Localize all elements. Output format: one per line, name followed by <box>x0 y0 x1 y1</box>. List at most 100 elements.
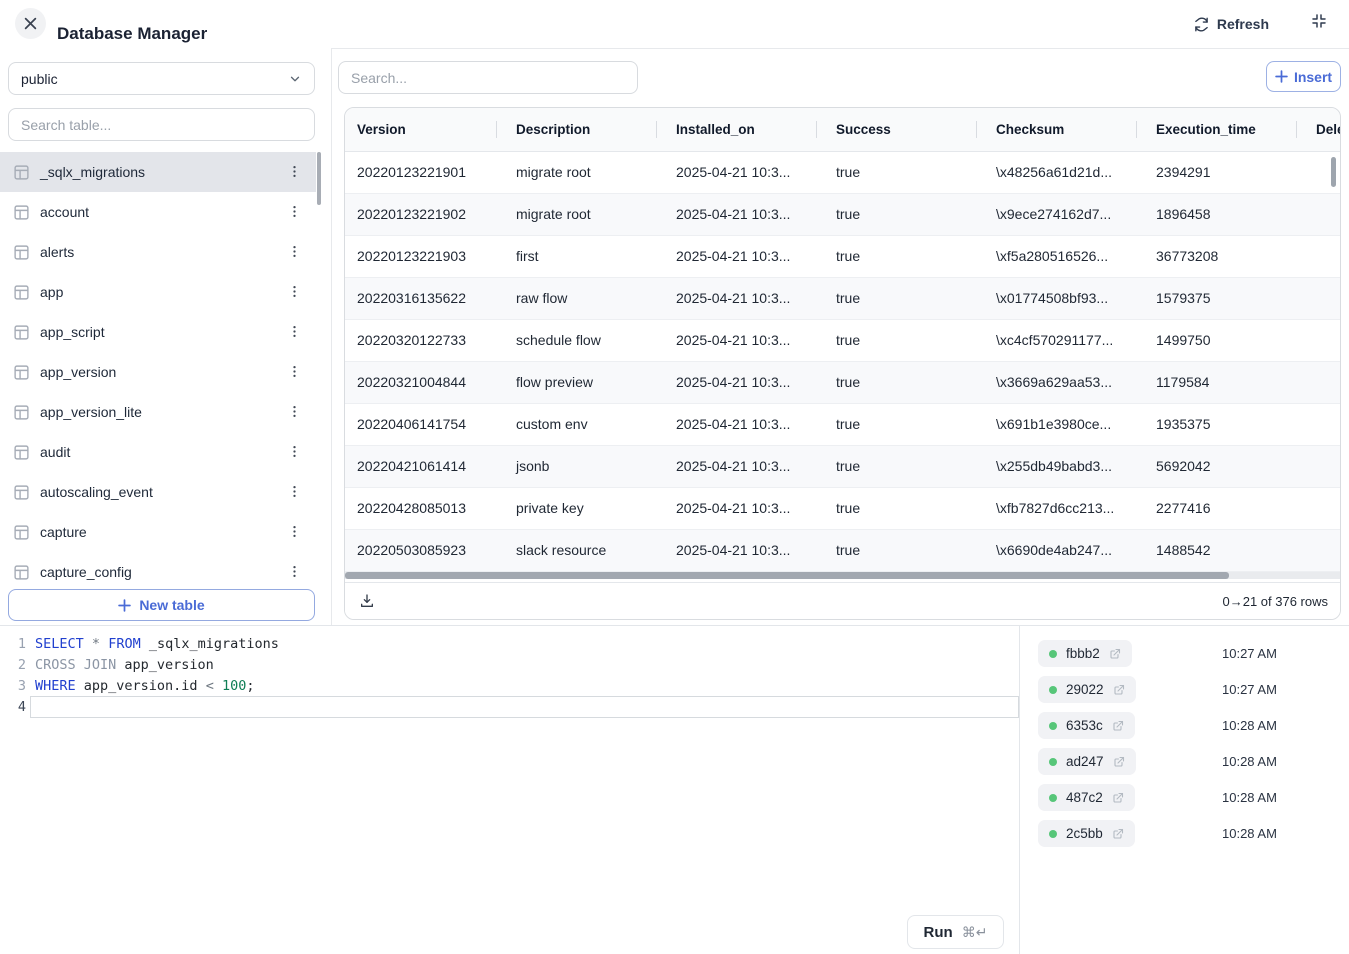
kebab-menu-icon[interactable] <box>287 244 302 259</box>
table-cell[interactable]: raw flow <box>496 278 656 319</box>
external-link-icon[interactable] <box>1112 828 1124 840</box>
table-cell[interactable]: custom env <box>496 404 656 445</box>
kebab-menu-icon[interactable] <box>287 444 302 459</box>
result-pill-2c5bb[interactable]: 2c5bb <box>1038 820 1135 847</box>
sidebar-item-app_version[interactable]: app_version <box>0 352 316 392</box>
kebab-menu-icon[interactable] <box>287 324 302 339</box>
external-link-icon[interactable] <box>1113 756 1125 768</box>
table-cell[interactable]: 2277416 <box>1136 488 1296 529</box>
kebab-menu-icon[interactable] <box>287 524 302 539</box>
external-link-icon[interactable] <box>1112 792 1124 804</box>
table-cell[interactable]: 2394291 <box>1136 152 1296 193</box>
table-cell[interactable]: true <box>816 404 976 445</box>
table-cell[interactable]: 2025-04-21 10:3... <box>656 320 816 361</box>
sidebar-item-capture_config[interactable]: capture_config <box>0 552 316 585</box>
table-cell[interactable]: \x9ece274162d7... <box>976 194 1136 235</box>
table-cell[interactable]: 20220123221902 <box>345 194 496 235</box>
table-cell[interactable]: true <box>816 446 976 487</box>
sidebar-item-autoscaling_event[interactable]: autoscaling_event <box>0 472 316 512</box>
table-cell[interactable]: migrate root <box>496 152 656 193</box>
table-cell[interactable]: true <box>816 194 976 235</box>
kebab-menu-icon[interactable] <box>287 484 302 499</box>
table-cell[interactable]: 20220406141754 <box>345 404 496 445</box>
sidebar-scrollbar[interactable] <box>317 152 321 205</box>
code-line-4[interactable]: 4 <box>0 697 1018 718</box>
table-cell[interactable]: \x01774508bf93... <box>976 278 1136 319</box>
table-cell[interactable]: true <box>816 236 976 277</box>
table-cell[interactable]: 1179584 <box>1136 362 1296 403</box>
table-row[interactable]: 20220421061414jsonb2025-04-21 10:3...tru… <box>345 446 1340 488</box>
table-cell[interactable]: 20220123221901 <box>345 152 496 193</box>
table-cell[interactable]: first <box>496 236 656 277</box>
sidebar-item-app_version_lite[interactable]: app_version_lite <box>0 392 316 432</box>
schema-select[interactable]: public <box>8 62 315 95</box>
result-pill-6353c[interactable]: 6353c <box>1038 712 1135 739</box>
table-cell[interactable]: 1896458 <box>1136 194 1296 235</box>
table-cell[interactable]: 20220123221903 <box>345 236 496 277</box>
new-table-button[interactable]: New table <box>8 589 315 621</box>
code-line-1[interactable]: 1SELECT * FROM _sqlx_migrations <box>0 634 1018 655</box>
table-cell[interactable]: 20220503085923 <box>345 530 496 571</box>
external-link-icon[interactable] <box>1113 684 1125 696</box>
table-row[interactable]: 20220321004844flow preview2025-04-21 10:… <box>345 362 1340 404</box>
table-cell[interactable]: true <box>816 320 976 361</box>
table-cell[interactable]: 2025-04-21 10:3... <box>656 236 816 277</box>
table-cell[interactable]: migrate root <box>496 194 656 235</box>
table-cell[interactable]: slack resource <box>496 530 656 571</box>
table-cell[interactable]: 2025-04-21 10:3... <box>656 194 816 235</box>
table-cell[interactable]: 1935375 <box>1136 404 1296 445</box>
refresh-button[interactable]: Refresh <box>1188 11 1275 37</box>
sidebar-item-alerts[interactable]: alerts <box>0 232 316 272</box>
sidebar-item-audit[interactable]: audit <box>0 432 316 472</box>
table-row[interactable]: 20220320122733schedule flow2025-04-21 10… <box>345 320 1340 362</box>
code-line-2[interactable]: 2CROSS JOIN app_version <box>0 655 1018 676</box>
table-cell[interactable]: flow preview <box>496 362 656 403</box>
sidebar-item-capture[interactable]: capture <box>0 512 316 552</box>
table-cell[interactable]: \x3669a629aa53... <box>976 362 1136 403</box>
table-cell[interactable]: 2025-04-21 10:3... <box>656 278 816 319</box>
table-row[interactable]: 20220406141754custom env2025-04-21 10:3.… <box>345 404 1340 446</box>
table-cell[interactable]: true <box>816 362 976 403</box>
table-cell[interactable]: 20220320122733 <box>345 320 496 361</box>
compress-view-button[interactable] <box>1311 13 1327 29</box>
kebab-menu-icon[interactable] <box>287 364 302 379</box>
sidebar-item-app_script[interactable]: app_script <box>0 312 316 352</box>
sidebar-item-app[interactable]: app <box>0 272 316 312</box>
table-cell[interactable]: true <box>816 530 976 571</box>
table-cell[interactable]: 2025-04-21 10:3... <box>656 404 816 445</box>
result-pill-29022[interactable]: 29022 <box>1038 676 1136 703</box>
table-cell[interactable]: 36773208 <box>1136 236 1296 277</box>
table-cell[interactable]: 20220428085013 <box>345 488 496 529</box>
table-cell[interactable]: schedule flow <box>496 320 656 361</box>
table-cell[interactable]: 2025-04-21 10:3... <box>656 152 816 193</box>
table-cell[interactable]: 20220421061414 <box>345 446 496 487</box>
table-row[interactable]: 20220428085013private key2025-04-21 10:3… <box>345 488 1340 530</box>
result-pill-fbbb2[interactable]: fbbb2 <box>1038 640 1132 667</box>
close-button[interactable] <box>15 8 46 39</box>
external-link-icon[interactable] <box>1109 648 1121 660</box>
table-cell[interactable]: \x6690de4ab247... <box>976 530 1136 571</box>
table-search-input[interactable] <box>8 108 315 141</box>
kebab-menu-icon[interactable] <box>287 564 302 579</box>
kebab-menu-icon[interactable] <box>287 404 302 419</box>
external-link-icon[interactable] <box>1112 720 1124 732</box>
download-button[interactable] <box>357 591 377 611</box>
sidebar-item-_sqlx_migrations[interactable]: _sqlx_migrations <box>0 152 316 192</box>
code-area[interactable]: 1SELECT * FROM _sqlx_migrations2CROSS JO… <box>0 634 1018 718</box>
table-cell[interactable]: true <box>816 488 976 529</box>
table-horizontal-scrollbar[interactable] <box>345 572 1340 579</box>
table-cell[interactable]: \x255db49babd3... <box>976 446 1136 487</box>
table-horizontal-scrollbar-thumb[interactable] <box>345 572 1229 579</box>
kebab-menu-icon[interactable] <box>287 284 302 299</box>
table-cell[interactable]: \xf5a280516526... <box>976 236 1136 277</box>
table-row[interactable]: 20220123221902migrate root2025-04-21 10:… <box>345 194 1340 236</box>
table-cell[interactable]: true <box>816 152 976 193</box>
table-cell[interactable]: 2025-04-21 10:3... <box>656 488 816 529</box>
sql-editor[interactable]: 1SELECT * FROM _sqlx_migrations2CROSS JO… <box>0 626 1020 954</box>
insert-row-button[interactable]: Insert <box>1266 61 1341 92</box>
table-cell[interactable]: \x691b1e3980ce... <box>976 404 1136 445</box>
table-cell[interactable]: 2025-04-21 10:3... <box>656 362 816 403</box>
table-cell[interactable]: 2025-04-21 10:3... <box>656 446 816 487</box>
table-cell[interactable]: private key <box>496 488 656 529</box>
kebab-menu-icon[interactable] <box>287 204 302 219</box>
